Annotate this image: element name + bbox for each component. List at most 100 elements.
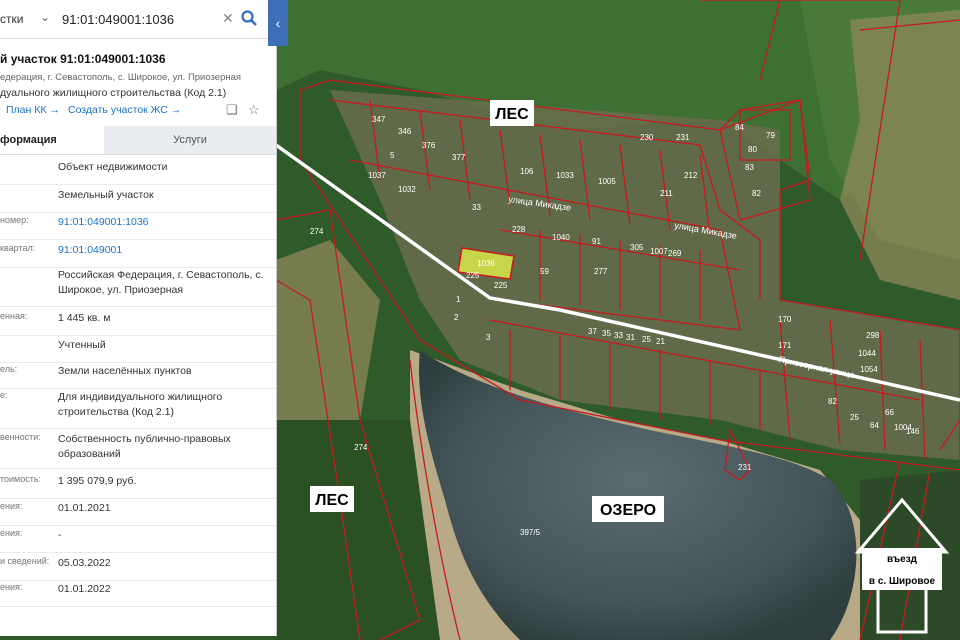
row-value: 1 445 кв. м bbox=[58, 312, 111, 324]
parcel-number: 1040 bbox=[552, 233, 570, 242]
cadastral-quarter-link[interactable]: 91:01:049001 bbox=[58, 243, 270, 258]
info-row: Российская Федерация, г. Севастополь, с.… bbox=[0, 268, 276, 307]
parcel-number: 33 bbox=[472, 203, 481, 212]
search-icon[interactable] bbox=[240, 9, 258, 27]
parcel-address: едерация, г. Севастополь, с. Широкое, ул… bbox=[0, 72, 242, 83]
collapse-panel-button[interactable]: ‹ bbox=[268, 0, 288, 46]
parcel-number: 106 bbox=[520, 167, 534, 176]
parcel-number: 1032 bbox=[398, 185, 416, 194]
parcel-number: 25 bbox=[850, 413, 859, 422]
info-row: Учтенный bbox=[0, 338, 276, 363]
svg-text:ОЗЕРО: ОЗЕРО bbox=[600, 502, 656, 519]
row-label: ель: bbox=[0, 364, 18, 374]
parcel-number: 82 bbox=[752, 189, 761, 198]
parcel-number: 1007 bbox=[650, 247, 668, 256]
info-row: квартал: 91:01:049001 bbox=[0, 243, 276, 268]
parcel-number: 274 bbox=[310, 227, 324, 236]
parcel-number: 2 bbox=[454, 313, 459, 322]
tab-services[interactable]: Услуги bbox=[104, 126, 276, 154]
parcel-number: 269 bbox=[668, 249, 682, 258]
create-parcel-link[interactable]: Создать участок ЖС → bbox=[68, 104, 181, 116]
info-row: Земельный участок bbox=[0, 188, 276, 213]
parcel-number: 79 bbox=[766, 131, 775, 140]
parcel-title: й участок 91:01:049001:1036 bbox=[0, 52, 166, 66]
search-type-select[interactable]: стки bbox=[0, 12, 23, 26]
svg-text:ЛЕС: ЛЕС bbox=[315, 492, 349, 509]
parcel-number: 1044 bbox=[858, 349, 876, 358]
copy-icon[interactable]: ❏ bbox=[226, 102, 238, 118]
row-value: Учтенный bbox=[58, 339, 106, 351]
parcel-number: 230 bbox=[640, 133, 654, 142]
info-row: е: Для индивидуального жилищного строител… bbox=[0, 390, 276, 429]
parcel-number: 211 bbox=[660, 189, 673, 198]
parcel-number: 5 bbox=[390, 151, 395, 160]
row-value: Земельный участок bbox=[58, 189, 154, 201]
parcel-number: 1005 bbox=[598, 177, 616, 186]
area-label-forest-left: ЛЕС bbox=[310, 486, 354, 512]
info-row: ель: Земли населённых пунктов bbox=[0, 364, 276, 389]
row-value: Собственность публично-правовых образова… bbox=[58, 433, 231, 460]
row-label: е: bbox=[0, 390, 8, 400]
row-value: 01.01.2022 bbox=[58, 583, 111, 595]
parcel-number: 346 bbox=[398, 127, 412, 136]
parcel-number: 64 bbox=[870, 421, 879, 430]
close-icon[interactable]: ✕ bbox=[222, 10, 234, 27]
parcel-number: 397/5 bbox=[520, 528, 541, 537]
parcel-number: 91 bbox=[592, 237, 601, 246]
chevron-down-icon[interactable]: ⌄ bbox=[40, 10, 50, 24]
parcel-number: 225 bbox=[494, 281, 508, 290]
info-row: ения: 01.01.2022 bbox=[0, 582, 276, 607]
tab-info[interactable]: формация bbox=[0, 126, 104, 154]
parcel-number: 66 bbox=[885, 408, 894, 417]
row-value: Объект недвижимости bbox=[58, 161, 168, 173]
row-value: - bbox=[58, 529, 62, 541]
parcel-number: 1037 bbox=[368, 171, 386, 180]
parcel-number: 298 bbox=[866, 331, 880, 340]
parcel-number: 1054 bbox=[860, 365, 878, 374]
parcel-number: 228 bbox=[512, 225, 526, 234]
parcel-number: 376 bbox=[422, 141, 436, 150]
row-value: Для индивидуального жилищного строительс… bbox=[58, 391, 223, 418]
parcel-number: 1033 bbox=[556, 171, 574, 180]
parcel-number: 277 bbox=[594, 267, 608, 276]
cadastral-number-link[interactable]: 91:01:049001:1036 bbox=[58, 215, 270, 230]
row-value: 05.03.2022 bbox=[58, 557, 111, 569]
parcel-number: 21 bbox=[656, 337, 665, 346]
plan-kk-link[interactable]: План КК → bbox=[6, 104, 60, 116]
parcel-number: 347 bbox=[372, 115, 386, 124]
star-icon[interactable]: ☆ bbox=[248, 102, 260, 118]
parcel-number: 212 bbox=[684, 171, 698, 180]
row-label: и сведений: bbox=[0, 556, 50, 566]
parcel-number: 80 bbox=[748, 145, 757, 154]
info-row: и сведений: 05.03.2022 bbox=[0, 556, 276, 581]
parcel-number: 83 bbox=[745, 163, 754, 172]
info-row: ения: - bbox=[0, 528, 276, 553]
parcel-number: 146 bbox=[906, 427, 920, 436]
tabs: формация Услуги bbox=[0, 126, 276, 155]
row-value: Российская Федерация, г. Севастополь, с.… bbox=[58, 269, 264, 296]
parcel-number: 3 bbox=[486, 333, 491, 342]
parcel-number: 231 bbox=[738, 463, 752, 472]
parcel-number: 231 bbox=[676, 133, 690, 142]
area-label-lake: ОЗЕРО bbox=[592, 496, 664, 522]
parcel-number: 59 bbox=[540, 267, 549, 276]
parcel-number: 225 bbox=[466, 271, 480, 280]
info-row: Объект недвижимости bbox=[0, 160, 276, 185]
parcel-number: 171 bbox=[778, 341, 792, 350]
row-label: номер: bbox=[0, 215, 29, 225]
parcel-number: 82 bbox=[828, 397, 837, 406]
row-value: 01.01.2021 bbox=[58, 502, 111, 514]
info-row: енная: 1 445 кв. м bbox=[0, 311, 276, 336]
row-label: квартал: bbox=[0, 243, 36, 253]
row-label: венности: bbox=[0, 432, 41, 442]
row-label: ения: bbox=[0, 528, 23, 538]
parcel-number: 84 bbox=[735, 123, 744, 132]
parcel-number: 25 bbox=[642, 335, 651, 344]
row-value: 1 395 079,9 руб. bbox=[58, 475, 137, 487]
selected-parcel-label: 1036 bbox=[477, 259, 495, 268]
entrance-arrow-line1: въезд bbox=[887, 554, 918, 565]
area-label-forest-top: ЛЕС bbox=[490, 100, 534, 126]
parcel-number: 1 bbox=[456, 295, 461, 304]
entrance-arrow-line2: в с. Шировое bbox=[869, 576, 936, 587]
search-input[interactable]: 91:01:049001:1036 bbox=[62, 12, 174, 27]
